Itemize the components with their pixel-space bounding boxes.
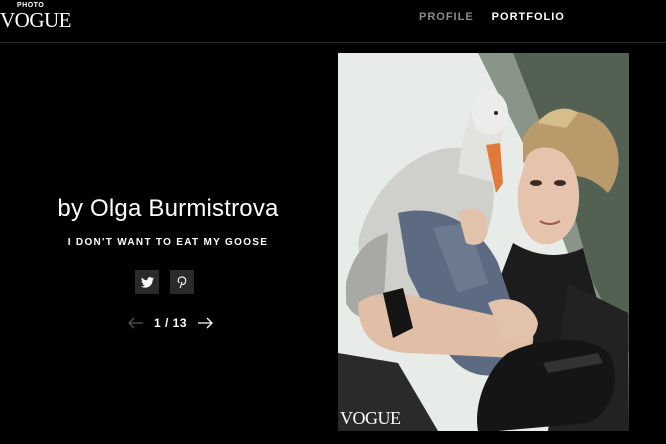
- photo-pager: 1 / 13: [128, 316, 213, 330]
- logo-main-text: VOGUE: [0, 8, 72, 32]
- twitter-share-button[interactable]: [135, 270, 159, 294]
- photo-image: [338, 53, 629, 431]
- photographer-title: by Olga Burmistrova: [57, 195, 279, 222]
- photo-info-panel: by Olga Burmistrova I DON'T WANT TO EAT …: [0, 43, 338, 444]
- portfolio-photo[interactable]: VOGUE: [338, 53, 629, 431]
- main-nav: PROFILE PORTFOLIO: [419, 11, 565, 23]
- vogue-watermark: VOGUE: [340, 408, 401, 428]
- header: PHOTO VOGUE PROFILE PORTFOLIO: [0, 0, 666, 43]
- photo-vogue-logo[interactable]: PHOTO VOGUE: [0, 2, 72, 38]
- share-buttons: [135, 270, 194, 294]
- pinterest-icon: [177, 275, 187, 288]
- nav-portfolio-link[interactable]: PORTFOLIO: [492, 11, 565, 23]
- twitter-icon: [140, 276, 154, 288]
- photo-series-title: I DON'T WANT TO EAT MY GOOSE: [67, 237, 269, 248]
- pinterest-share-button[interactable]: [170, 270, 194, 294]
- nav-profile-link[interactable]: PROFILE: [419, 11, 474, 23]
- next-arrow-icon[interactable]: [197, 317, 213, 329]
- previous-arrow-icon[interactable]: [128, 317, 144, 329]
- page-counter: 1 / 13: [154, 316, 188, 330]
